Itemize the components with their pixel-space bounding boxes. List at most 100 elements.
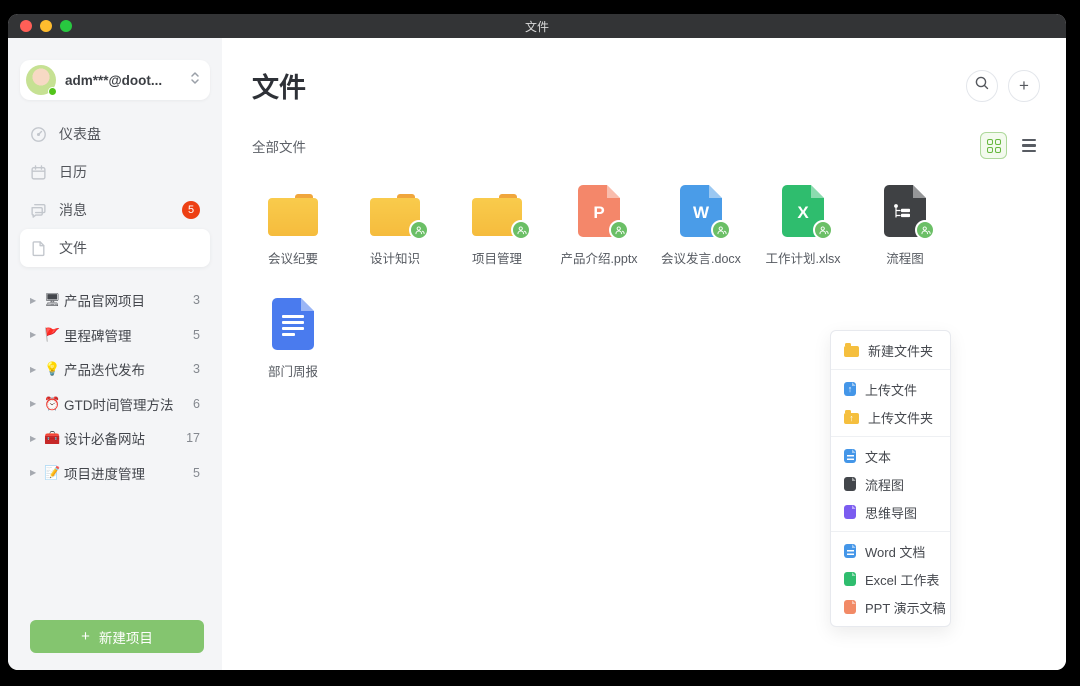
shared-badge-icon <box>409 220 429 240</box>
project-emoji: 🧰 <box>44 430 64 446</box>
file-item-ppt[interactable]: P 产品介绍.pptx <box>548 181 650 267</box>
online-status-dot <box>48 87 57 96</box>
document-lines-glyph <box>282 315 304 336</box>
unread-badge: 5 <box>182 201 200 219</box>
menu-item-excel-sheet[interactable]: Excel 工作表 <box>831 565 950 593</box>
flowchart-file-icon <box>844 477 856 492</box>
file-item-flowchart[interactable]: 流程图 <box>854 181 956 267</box>
menu-item-label: 上传文件夹 <box>868 408 933 427</box>
project-count: 5 <box>193 328 200 342</box>
main-content: 文件 + 全部文件 <box>222 38 1066 670</box>
menu-item-upload-folder[interactable]: 上传文件夹 <box>831 403 950 431</box>
upload-file-icon <box>844 382 856 397</box>
calendar-icon <box>30 164 47 181</box>
project-item[interactable]: 🖥 产品官网项目 3 <box>20 283 210 318</box>
menu-item-ppt-slides[interactable]: PPT 演示文稿 <box>831 593 950 621</box>
caret-right-icon[interactable] <box>30 434 44 443</box>
sidebar-item-calendar[interactable]: 日历 <box>20 153 210 191</box>
project-item[interactable]: ⏰ GTD时间管理方法 6 <box>20 387 210 422</box>
word-file-icon <box>844 544 856 559</box>
menu-item-label: 流程图 <box>865 475 904 494</box>
sidebar-item-label: 文件 <box>59 238 87 258</box>
folder-icon <box>370 193 420 237</box>
project-count: 6 <box>193 397 200 411</box>
project-item[interactable]: 💡 产品迭代发布 3 <box>20 352 210 387</box>
file-name: 设计知识 <box>370 248 420 267</box>
sidebar-nav: 仪表盘 日历 消息 5 <box>8 100 222 267</box>
file-name: 流程图 <box>886 248 924 267</box>
toolbar: 全部文件 <box>222 105 1066 159</box>
ppt-file-icon <box>844 600 856 615</box>
sidebar-item-label: 日历 <box>59 162 87 182</box>
menu-item-new-folder[interactable]: 新建文件夹 <box>831 336 950 364</box>
file-item-folder[interactable]: 设计知识 <box>344 181 446 267</box>
menu-item-mindmap[interactable]: 思维导图 <box>831 498 950 526</box>
caret-right-icon[interactable] <box>30 399 44 408</box>
file-item-folder[interactable]: 会议纪要 <box>242 181 344 267</box>
project-label: 产品迭代发布 <box>64 359 145 379</box>
shared-badge-icon <box>511 220 531 240</box>
sidebar-item-files[interactable]: 文件 <box>20 229 210 267</box>
menu-section: 上传文件 上传文件夹 <box>831 370 950 437</box>
add-button[interactable]: + <box>1008 70 1040 102</box>
file-name: 会议发言.docx <box>661 248 741 267</box>
file-name: 产品介绍.pptx <box>560 248 637 267</box>
message-icon <box>30 202 47 219</box>
flowchart-glyph-icon <box>892 203 914 224</box>
file-item-excel[interactable]: X 工作计划.xlsx <box>752 181 854 267</box>
menu-item-label: 文本 <box>865 447 891 466</box>
search-icon <box>974 75 990 96</box>
caret-right-icon[interactable] <box>30 365 44 374</box>
sidebar-item-messages[interactable]: 消息 5 <box>20 191 210 229</box>
plus-icon: + <box>81 628 90 645</box>
project-item[interactable]: 🚩 里程碑管理 5 <box>20 318 210 353</box>
user-account-switcher[interactable]: adm***@doot... <box>20 60 210 100</box>
file-item-word[interactable]: W 会议发言.docx <box>650 181 752 267</box>
menu-item-upload-file[interactable]: 上传文件 <box>831 375 950 403</box>
dashboard-icon <box>30 126 47 143</box>
zoom-button[interactable] <box>60 20 72 32</box>
caret-right-icon[interactable] <box>30 296 44 305</box>
file-name: 部门周报 <box>268 361 318 380</box>
project-count: 3 <box>193 362 200 376</box>
project-emoji: 🖥 <box>44 292 64 308</box>
traffic-lights <box>20 14 72 38</box>
project-emoji: 🚩 <box>44 327 64 343</box>
close-button[interactable] <box>20 20 32 32</box>
sidebar-item-label: 消息 <box>59 200 87 220</box>
menu-item-flowchart[interactable]: 流程图 <box>831 470 950 498</box>
project-label: 里程碑管理 <box>64 325 132 345</box>
project-item[interactable]: 📝 项目进度管理 5 <box>20 456 210 491</box>
window-titlebar[interactable]: 文件 <box>8 14 1066 38</box>
new-file-context-menu: 新建文件夹 上传文件 上传文件夹 <box>830 330 951 627</box>
grid-view-icon <box>987 139 1001 153</box>
project-item[interactable]: 🧰 设计必备网站 17 <box>20 421 210 456</box>
caret-right-icon[interactable] <box>30 330 44 339</box>
menu-item-label: 上传文件 <box>865 380 917 399</box>
minimize-button[interactable] <box>40 20 52 32</box>
project-label: 产品官网项目 <box>64 290 145 310</box>
sidebar: adm***@doot... 仪表盘 <box>8 38 222 670</box>
menu-item-label: Word 文档 <box>865 542 925 561</box>
menu-item-text[interactable]: 文本 <box>831 442 950 470</box>
document-file-icon <box>272 298 314 350</box>
new-project-button[interactable]: + 新建项目 <box>30 620 204 653</box>
upload-folder-icon <box>844 413 859 424</box>
user-name: adm***@doot... <box>65 73 190 88</box>
view-toggles <box>980 132 1038 159</box>
menu-item-word-doc[interactable]: Word 文档 <box>831 537 950 565</box>
file-item-folder[interactable]: 项目管理 <box>446 181 548 267</box>
folder-icon <box>472 193 522 237</box>
file-item-doc[interactable]: 部门周报 <box>242 294 344 380</box>
word-file-icon: W <box>680 185 722 237</box>
list-view-toggle[interactable] <box>1020 135 1038 156</box>
ppt-file-icon: P <box>578 185 620 237</box>
sidebar-item-dashboard[interactable]: 仪表盘 <box>20 115 210 153</box>
caret-right-icon[interactable] <box>30 468 44 477</box>
shared-badge-icon <box>813 220 833 240</box>
grid-view-toggle[interactable] <box>980 132 1007 159</box>
excel-file-icon <box>844 572 856 587</box>
project-label: 设计必备网站 <box>64 428 145 448</box>
project-emoji: 📝 <box>44 465 64 481</box>
search-button[interactable] <box>966 70 998 102</box>
